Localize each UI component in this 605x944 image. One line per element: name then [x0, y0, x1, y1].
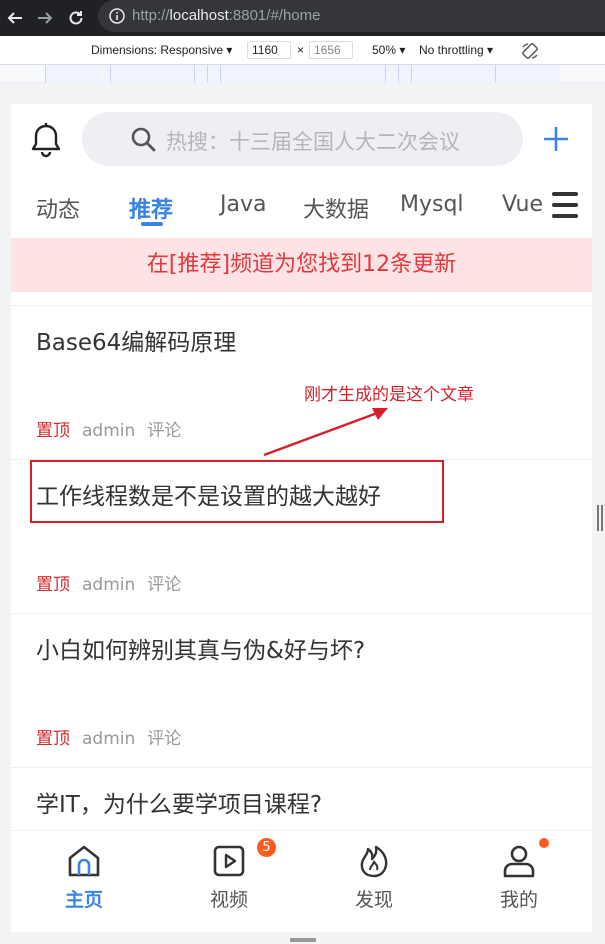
url-host: localhost	[169, 7, 229, 24]
tab-mysql[interactable]: Mysql	[400, 192, 464, 217]
article-meta: 置顶 admin 评论	[36, 570, 181, 595]
ruler-segment[interactable]	[398, 65, 411, 83]
ruler-segment[interactable]	[110, 65, 194, 83]
article-item[interactable]: 小白如何辨别其真与伪&好与坏? 置顶 admin 评论	[11, 613, 592, 767]
tab-java[interactable]: Java	[220, 192, 266, 217]
info-icon[interactable]	[108, 7, 126, 25]
tab-tuijian[interactable]: 推荐	[129, 192, 173, 224]
url-rest: :8801/#/home	[228, 7, 321, 24]
url-prefix: http://	[132, 7, 170, 24]
ruler-segment[interactable]	[495, 65, 560, 83]
ruler-segment[interactable]	[207, 65, 220, 83]
tabbar-home-label: 主页	[64, 889, 103, 911]
mine-notification-dot	[539, 838, 549, 848]
rotate-icon[interactable]	[520, 41, 540, 61]
url-text: http://localhost:8801/#/home	[132, 7, 320, 24]
tabbar-video-label: 视频	[209, 889, 248, 911]
highlight-box	[30, 460, 444, 523]
tab-vue[interactable]: Vue	[502, 192, 543, 217]
bottom-resize-handle[interactable]	[290, 938, 316, 942]
back-arrow-icon	[7, 12, 22, 24]
resize-handle[interactable]	[597, 505, 603, 531]
home-icon	[68, 845, 100, 877]
browser-toolbar: http://localhost:8801/#/home	[0, 0, 605, 36]
tabbar-video[interactable]: 视频	[189, 843, 269, 913]
app-header: 热搜：十三届全国人大二次会议	[11, 104, 592, 176]
top-tag: 置顶	[36, 575, 70, 595]
comment-link[interactable]: 评论	[147, 729, 181, 749]
dimensions-select[interactable]: Dimensions: Responsive ▾	[91, 43, 232, 57]
comment-link[interactable]: 评论	[147, 575, 181, 595]
annotation-arrow-icon	[263, 408, 388, 457]
top-tag: 置顶	[36, 421, 70, 441]
throttling-select[interactable]: No throttling ▾	[419, 43, 493, 57]
update-notice: 在[推荐]频道为您找到12条更新	[11, 238, 592, 292]
reload-button[interactable]	[63, 5, 89, 31]
tabbar-mine[interactable]: 我的	[479, 843, 559, 913]
author: admin	[82, 421, 136, 441]
channel-tabs: 动态 推荐 Java 大数据 Mysql Vue	[11, 176, 592, 238]
search-icon	[131, 127, 156, 152]
times-sign: ×	[297, 43, 305, 57]
tabbar-discover[interactable]: 发现	[334, 843, 414, 913]
article-list: Base64编解码原理 置顶 admin 评论 工作线程数是不是设置的越大越好 置顶…	[11, 305, 592, 921]
ruler-segment[interactable]	[385, 65, 398, 83]
article-title[interactable]: Base64编解码原理	[36, 323, 236, 357]
tabbar-home[interactable]: 主页	[44, 843, 124, 913]
active-tab-indicator	[141, 222, 163, 226]
video-icon	[213, 845, 245, 877]
ruler-segment[interactable]	[45, 65, 110, 83]
address-bar[interactable]: http://localhost:8801/#/home	[98, 0, 605, 32]
search-bar[interactable]: 热搜：十三届全国人大二次会议	[82, 112, 523, 166]
height-input[interactable]: 1656	[309, 41, 353, 59]
zoom-select[interactable]: 50% ▾	[372, 43, 405, 57]
width-input[interactable]: 1160	[247, 41, 291, 59]
article-meta: 置顶 admin 评论	[36, 416, 181, 441]
author: admin	[82, 729, 136, 749]
search-placeholder: 热搜：十三届全国人大二次会议	[166, 130, 460, 154]
tab-dongtai[interactable]: 动态	[36, 192, 80, 224]
top-tag: 置顶	[36, 729, 70, 749]
forward-button[interactable]	[32, 5, 58, 31]
device-toolbar: Dimensions: Responsive ▾ 1160 × 1656 50%…	[0, 36, 605, 65]
bottom-tabbar: 主页 视频 发现 我的	[11, 830, 592, 932]
tabbar-discover-label: 发现	[354, 889, 393, 911]
ruler-segment[interactable]	[194, 65, 207, 83]
tab-bigdata[interactable]: 大数据	[303, 192, 369, 224]
fire-icon	[360, 845, 388, 878]
comment-link[interactable]: 评论	[147, 421, 181, 441]
video-badge: 5	[257, 838, 276, 857]
menu-icon[interactable]	[552, 190, 578, 220]
tabbar-mine-label: 我的	[499, 889, 538, 911]
back-button[interactable]	[2, 5, 28, 31]
article-title[interactable]: 小白如何辨别其真与伪&好与坏?	[36, 631, 365, 665]
user-icon	[503, 845, 535, 878]
forward-arrow-icon	[38, 12, 53, 24]
add-icon[interactable]	[541, 124, 571, 154]
author: admin	[82, 575, 136, 595]
ruler-segment[interactable]	[220, 65, 385, 83]
article-meta: 置顶 admin 评论	[36, 724, 181, 749]
ruler-segment[interactable]	[411, 65, 495, 83]
reload-icon	[69, 11, 83, 25]
media-query-ruler	[0, 65, 605, 83]
bell-icon[interactable]	[29, 122, 63, 158]
article-title[interactable]: 学IT，为什么要学项目课程?	[36, 785, 322, 819]
